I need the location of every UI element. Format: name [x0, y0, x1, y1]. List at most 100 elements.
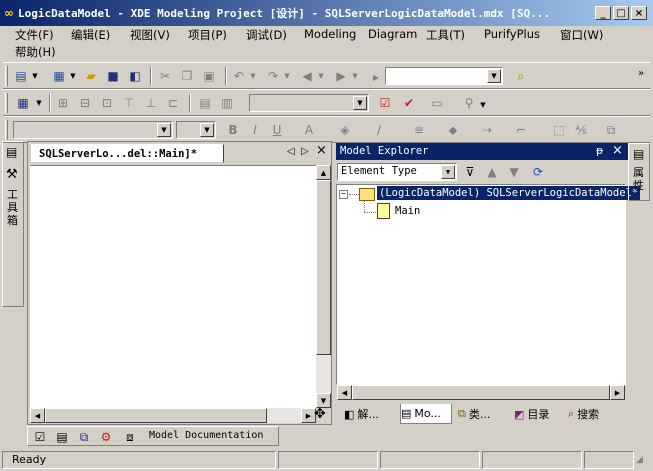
task-list-icon[interactable]: ☑ [32, 429, 48, 445]
menu-edit[interactable]: 编辑(E) [71, 27, 110, 43]
cut-icon[interactable]: ✂ [157, 68, 173, 84]
pin-icon[interactable]: ᵽ [596, 144, 603, 157]
tab-scroll-right-icon[interactable]: ▷ [301, 146, 309, 157]
close-window-button[interactable]: × [631, 6, 647, 20]
underline-icon[interactable]: U [269, 122, 285, 138]
align-center-icon[interactable]: ⊟ [77, 95, 93, 111]
font-size-select[interactable]: ▼ [176, 121, 216, 139]
document-tab[interactable]: SQLServerLo...del::Main]* [31, 144, 224, 163]
line-color-icon[interactable]: ∕ [371, 122, 387, 138]
scroll-left-button[interactable]: ◀ [30, 408, 45, 423]
arrow-style-icon[interactable]: ⇢ [479, 122, 495, 138]
group-icon[interactable]: ⬚ [551, 122, 567, 138]
start-icon[interactable]: ▸ [368, 69, 384, 85]
toolbar-grip[interactable] [5, 93, 8, 113]
menu-file[interactable]: 文件(F) [15, 27, 54, 43]
dropdown-arrow-icon[interactable]: ▼ [475, 97, 491, 113]
copy-icon[interactable]: ❐ [179, 68, 195, 84]
menu-diagram[interactable]: Diagram [368, 27, 417, 41]
model-report-icon[interactable]: ⚙ [98, 429, 114, 445]
align-right-icon[interactable]: ⊡ [99, 95, 115, 111]
tab-model-explorer[interactable]: ▤ Mo... [400, 404, 452, 424]
vertical-scrollbar[interactable]: ▲ ▼ [316, 165, 331, 408]
menu-modeling[interactable]: Modeling [304, 27, 356, 41]
diagram-canvas[interactable] [30, 165, 316, 408]
scroll-thumb[interactable] [45, 408, 267, 423]
dropdown-arrow-icon[interactable]: ▼ [347, 68, 363, 84]
dropdown-arrow-icon[interactable]: ▼ [31, 95, 47, 111]
fill-color-icon[interactable]: ◈ [337, 122, 353, 138]
menu-window[interactable]: 窗口(W) [560, 27, 603, 43]
align-bottom-icon[interactable]: ⊏ [165, 95, 181, 111]
tree-node-main[interactable]: Main [395, 205, 420, 217]
filter-icon[interactable]: ⊽ [462, 164, 478, 180]
scroll-right-button[interactable]: ▶ [610, 385, 625, 400]
menu-help[interactable]: 帮助(H) [15, 44, 56, 60]
move-up-icon[interactable]: ▲ [484, 164, 500, 180]
dropdown-arrow-icon[interactable]: ▼ [279, 68, 295, 84]
tab-class-view[interactable]: ⧉ 类... [458, 404, 510, 424]
documentation-icon[interactable]: ⧈ [122, 429, 138, 445]
scroll-thumb[interactable] [316, 180, 331, 355]
server-explorer-icon[interactable]: ▤ [6, 145, 17, 159]
output-icon[interactable]: ▤ [54, 429, 70, 445]
check-model-icon[interactable]: ✔ [401, 95, 417, 111]
italic-icon[interactable]: I [247, 122, 263, 138]
tab-search[interactable]: ⌕ 搜索 [568, 404, 624, 424]
tree-root-node[interactable]: (LogicDataModel) SQLServerLogicDataModel… [377, 186, 641, 200]
find-results-icon[interactable]: ⧉ [76, 429, 92, 445]
resize-grip-icon[interactable]: ◢ [636, 455, 643, 465]
menu-tools[interactable]: 工具(T) [426, 27, 465, 43]
same-size-icon[interactable]: ▤ [197, 95, 213, 111]
move-down-icon[interactable]: ▼ [506, 164, 522, 180]
sync-icon[interactable]: ⟳ [530, 164, 546, 180]
menu-debug[interactable]: 调试(D) [246, 27, 287, 43]
tab-solution-explorer[interactable]: ◧ 解... [344, 404, 396, 424]
toolbar-grip[interactable] [5, 66, 8, 86]
explorer-horizontal-scrollbar[interactable]: ◀ ▶ [337, 385, 625, 400]
tab-contents[interactable]: ◩ 目录 [514, 404, 564, 424]
scroll-thumb[interactable] [352, 385, 610, 400]
model-tree[interactable]: − (LogicDataModel) SQLServerLogicDataMod… [336, 184, 641, 385]
toolbox-tab[interactable]: ▤ ⚒ 工具箱 [2, 141, 24, 307]
find-in-files-icon[interactable]: ⌕ [513, 68, 529, 84]
dropdown-arrow-icon[interactable]: ▼ [313, 68, 329, 84]
save-icon[interactable]: ■ [105, 68, 121, 84]
font-color-icon[interactable]: A [301, 122, 317, 138]
align-middle-icon[interactable]: ⊥ [143, 95, 159, 111]
scroll-up-button[interactable]: ▲ [316, 165, 331, 180]
element-type-filter[interactable]: Element Type ▼ [337, 163, 457, 181]
horizontal-scrollbar[interactable]: ◀ ▶ [30, 408, 316, 423]
paste-icon[interactable]: ▣ [201, 68, 217, 84]
dropdown-arrow-icon[interactable]: ▼ [27, 68, 43, 84]
layout-icon[interactable]: ▥ [219, 95, 235, 111]
connector-icon[interactable]: ⌐ [513, 122, 529, 138]
menu-purifyplus[interactable]: PurifyPlus [484, 27, 540, 41]
model-documentation-tab[interactable]: Model Documentation [149, 430, 263, 441]
align-top-icon[interactable]: ⊤ [121, 95, 137, 111]
toolbar-overflow-icon[interactable]: » [633, 65, 649, 81]
validate-icon[interactable]: ☑ [377, 95, 393, 111]
dropdown-arrow-icon[interactable]: ▼ [65, 68, 81, 84]
dropdown-arrow-icon[interactable]: ▼ [245, 68, 261, 84]
ungroup-icon[interactable]: ⅍ [573, 122, 589, 138]
move-icon[interactable]: ✥ [314, 406, 326, 422]
open-folder-icon[interactable]: ▰ [83, 68, 99, 84]
diagram-icon[interactable]: ▦ [15, 95, 31, 111]
menu-view[interactable]: 视图(V) [130, 27, 170, 43]
line-pattern-icon[interactable]: ⬥ [445, 122, 461, 138]
close-document-button[interactable]: × [316, 143, 327, 158]
maximize-button[interactable]: □ [613, 6, 629, 20]
toolbar-grip[interactable] [5, 120, 8, 140]
tab-scroll-left-icon[interactable]: ◁ [287, 146, 295, 157]
menu-project[interactable]: 项目(P) [188, 27, 227, 43]
properties-tab[interactable]: ▤ 属性 [628, 143, 650, 201]
bold-icon[interactable]: B [225, 122, 241, 138]
line-style-icon[interactable]: ≡ [411, 122, 427, 138]
order-icon[interactable]: ⧉ [603, 122, 619, 138]
scroll-left-button[interactable]: ◀ [337, 385, 352, 400]
collapse-toggle[interactable]: − [339, 190, 348, 199]
align-left-icon[interactable]: ⊞ [55, 95, 71, 111]
close-explorer-button[interactable]: × [612, 143, 623, 158]
font-name-select[interactable]: ▼ [13, 121, 173, 139]
